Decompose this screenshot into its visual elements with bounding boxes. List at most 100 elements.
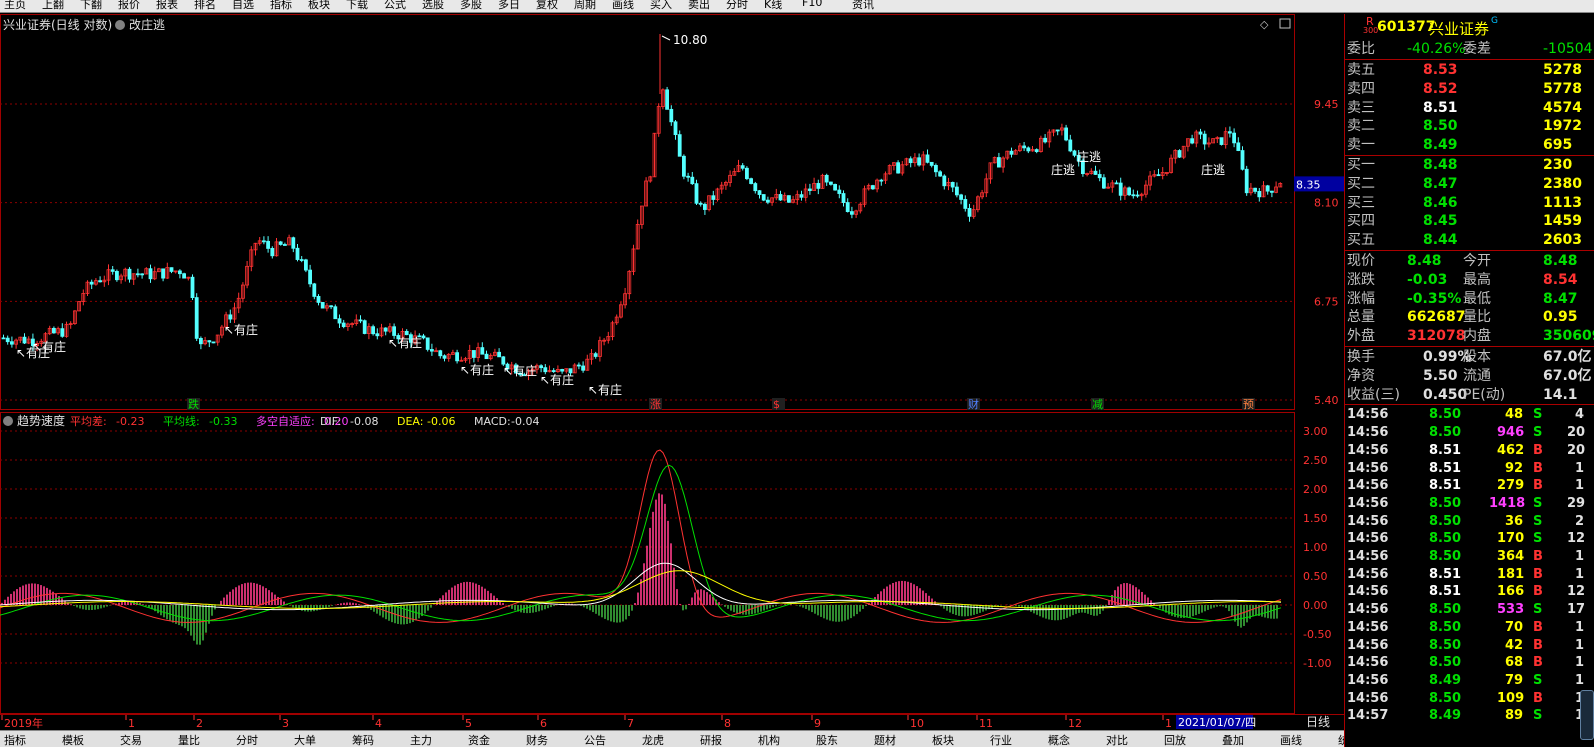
candle-body bbox=[669, 108, 674, 123]
ask-row: 卖一 8.49 695 bbox=[1345, 136, 1594, 154]
status-tab[interactable]: 资金 bbox=[468, 732, 490, 747]
candle-body bbox=[22, 336, 27, 344]
menu-item[interactable]: 排名 bbox=[194, 0, 216, 12]
menu-item[interactable]: 复权 bbox=[536, 0, 558, 12]
price-axis-label: 8.10 bbox=[1314, 197, 1339, 210]
diamond-icon: ◇ bbox=[1260, 18, 1269, 31]
status-tab[interactable]: 模板 bbox=[62, 732, 84, 747]
bid-label: 买五 bbox=[1347, 232, 1375, 249]
overlay-toggle-icon[interactable] bbox=[115, 20, 125, 30]
status-tab[interactable]: 交易 bbox=[120, 732, 142, 747]
tick-volume: 48 bbox=[1505, 407, 1524, 423]
status-tab[interactable]: 概念 bbox=[1048, 732, 1070, 747]
menu-item[interactable]: 报价 bbox=[118, 0, 140, 12]
status-tab[interactable]: 回放 bbox=[1164, 732, 1186, 747]
menu-item[interactable]: 选股 bbox=[422, 0, 444, 12]
stock-code[interactable]: 601377 bbox=[1377, 19, 1435, 35]
status-tab[interactable]: 量比 bbox=[178, 732, 200, 747]
status-tab[interactable]: 分时 bbox=[236, 732, 258, 747]
menu-item[interactable]: F10 bbox=[802, 0, 822, 9]
weicha-value: -10504 bbox=[1543, 41, 1593, 57]
status-tab[interactable]: 统计 bbox=[1338, 732, 1344, 747]
candle-body bbox=[753, 183, 758, 192]
menu-item[interactable]: 资讯 bbox=[852, 0, 874, 12]
indicator-axis-label: 0.50 bbox=[1303, 570, 1328, 583]
candle-body bbox=[673, 121, 678, 136]
status-tab[interactable]: 行业 bbox=[990, 732, 1012, 747]
status-tab[interactable]: 筹码 bbox=[352, 732, 374, 747]
tick-price: 8.50 bbox=[1429, 513, 1462, 529]
menu-item[interactable]: 卖出 bbox=[688, 0, 710, 12]
menu-item[interactable]: 指标 bbox=[270, 0, 292, 12]
stat-label: 今开 bbox=[1463, 253, 1491, 269]
stock-name[interactable]: 兴业证券 bbox=[1429, 18, 1489, 39]
candle-body bbox=[581, 365, 585, 371]
tick-time: 14:56 bbox=[1347, 637, 1389, 653]
tick-count: 2 bbox=[1575, 513, 1585, 529]
menu-item[interactable]: 下载 bbox=[346, 0, 368, 12]
kline-chart-area[interactable]: 9.45 8.10 6.75 5.40 8.35 兴业证券(日线 对数) 改庄逃 ◇ 10.80… bbox=[0, 14, 1344, 730]
indicator-toggle-icon[interactable] bbox=[3, 416, 13, 426]
status-tab[interactable]: 指标 bbox=[4, 732, 26, 747]
status-tab[interactable]: 板块 bbox=[932, 732, 954, 747]
status-tab[interactable]: 公告 bbox=[584, 732, 606, 747]
status-tab[interactable]: 龙虎 bbox=[642, 732, 664, 747]
menu-item[interactable]: 报表 bbox=[156, 0, 178, 12]
candle-body bbox=[316, 296, 321, 303]
menu-item[interactable]: K线 bbox=[764, 0, 782, 12]
signal-zhuangtao: 庄逃 bbox=[1051, 162, 1075, 177]
status-tab[interactable]: 股东 bbox=[816, 732, 838, 747]
menu-item[interactable]: 买入 bbox=[650, 0, 672, 12]
candle-body bbox=[850, 211, 854, 215]
weicha-label: 委差 bbox=[1463, 41, 1491, 57]
status-tab[interactable]: 叠加 bbox=[1222, 732, 1244, 747]
timeline-label: 12 bbox=[1068, 717, 1082, 730]
tick-count: 29 bbox=[1567, 495, 1586, 511]
timeline-label: 9 bbox=[814, 717, 821, 730]
candle-body bbox=[833, 183, 837, 191]
status-tab[interactable]: 对比 bbox=[1106, 732, 1128, 747]
tick-direction: B bbox=[1533, 478, 1543, 494]
chart-svg[interactable]: 9.45 8.10 6.75 5.40 8.35 兴业证券(日线 对数) 改庄逃 ◇ 10.80… bbox=[0, 14, 1344, 730]
tick-direction: S bbox=[1533, 495, 1543, 511]
tick-volume: 68 bbox=[1505, 655, 1524, 671]
menu-item[interactable]: 多日 bbox=[498, 0, 520, 12]
candle-body bbox=[140, 273, 145, 276]
quote-panel: R 300 601377 兴业证券 G 委比 -40.26% 委差 -10504 卖五 8… bbox=[1344, 14, 1594, 747]
menu-item[interactable]: 周期 bbox=[574, 0, 596, 12]
menu-item[interactable]: 板块 bbox=[308, 0, 330, 12]
menu-item[interactable]: 多股 bbox=[460, 0, 482, 12]
tick-time: 14:56 bbox=[1347, 690, 1389, 706]
tick-time: 14:56 bbox=[1347, 655, 1389, 671]
status-tab[interactable]: 财务 bbox=[526, 732, 548, 747]
candle-body bbox=[1131, 194, 1136, 197]
tick-time: 14:56 bbox=[1347, 531, 1389, 547]
fundamental-value: 5.50 bbox=[1423, 367, 1458, 384]
tick-scrollbar[interactable] bbox=[1580, 690, 1594, 740]
window-icon[interactable] bbox=[1279, 18, 1291, 29]
candle-body bbox=[52, 327, 56, 334]
menu-item[interactable]: 主页 bbox=[4, 0, 26, 12]
menu-item[interactable]: 公式 bbox=[384, 0, 406, 12]
status-tab[interactable]: 机构 bbox=[758, 732, 780, 747]
status-tab[interactable]: 研报 bbox=[700, 732, 722, 747]
tick-price: 8.50 bbox=[1429, 425, 1462, 441]
timeline-label: 7 bbox=[627, 717, 634, 730]
menu-item[interactable]: 自选 bbox=[232, 0, 254, 12]
status-tab[interactable]: 画线 bbox=[1280, 732, 1302, 747]
tick-volume: 79 bbox=[1505, 672, 1524, 688]
status-tab[interactable]: 主力 bbox=[410, 732, 432, 747]
tick-time: 14:56 bbox=[1347, 549, 1389, 564]
status-tab[interactable]: 题材 bbox=[874, 732, 896, 747]
menu-item[interactable]: 画线 bbox=[612, 0, 634, 12]
menu-item[interactable]: 分时 bbox=[726, 0, 748, 12]
separator bbox=[1345, 250, 1594, 251]
ask-volume: 1972 bbox=[1543, 118, 1582, 135]
stat-label: 最高 bbox=[1463, 271, 1491, 288]
menu-item[interactable]: 下翻 bbox=[80, 0, 102, 12]
ask-label: 卖五 bbox=[1347, 62, 1375, 78]
candle-body bbox=[694, 183, 699, 204]
menu-item[interactable]: 上翻 bbox=[42, 0, 64, 12]
candle-body bbox=[539, 365, 543, 369]
status-tab[interactable]: 大单 bbox=[294, 732, 316, 747]
